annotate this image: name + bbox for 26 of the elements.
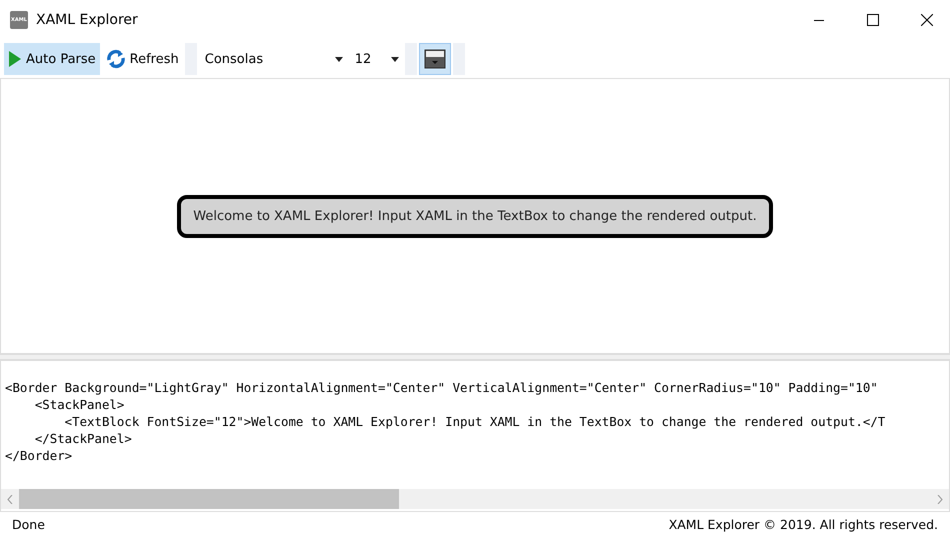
chevron-right-icon: [937, 494, 943, 504]
code-line: </StackPanel>: [34, 430, 133, 447]
toolbar-button[interactable]: Refresh: [102, 43, 183, 75]
caret-icon: [334, 56, 343, 62]
code-line: <Border Background="LightGray" HorizontalAlignment="Center" VerticalAlignment="Center" CornerRadius="10" Padding="10": [5, 379, 879, 396]
refresh-icon: [106, 49, 126, 69]
code-line: </Border>: [5, 447, 74, 464]
code-line: <StackPanel>: [34, 396, 126, 413]
welcome-message: Welcome to XAML Explorer! Input XAML in the TextBox to change the rendered output.: [177, 194, 773, 238]
scrollbar-thumb[interactable]: [19, 489, 399, 509]
close-icon: [921, 14, 933, 26]
toggle-button[interactable]: [418, 43, 451, 75]
window-title: XAML Explorer: [36, 12, 139, 28]
play-icon: [8, 50, 22, 68]
overflow-grip[interactable]: [452, 43, 465, 75]
status-text: Done: [12, 516, 45, 532]
code-line: <TextBlock FontSize="12">Welcome to XAML Explorer! Input XAML in the TextBox to change the rendered output.</T: [64, 413, 886, 430]
toggle-button[interactable]: Auto Parse: [4, 43, 100, 75]
dropdown-field[interactable]: 12: [348, 45, 403, 73]
dropdown-field[interactable]: Consolas: [198, 45, 347, 73]
chevron-left-icon: [7, 494, 13, 504]
maximize-icon: [867, 14, 879, 26]
caret-icon: [390, 56, 399, 62]
code-editor[interactable]: [0, 360, 950, 512]
panel-icon: [424, 49, 446, 69]
copyright-text: XAML Explorer © 2019. All rights reserved.: [668, 516, 938, 532]
